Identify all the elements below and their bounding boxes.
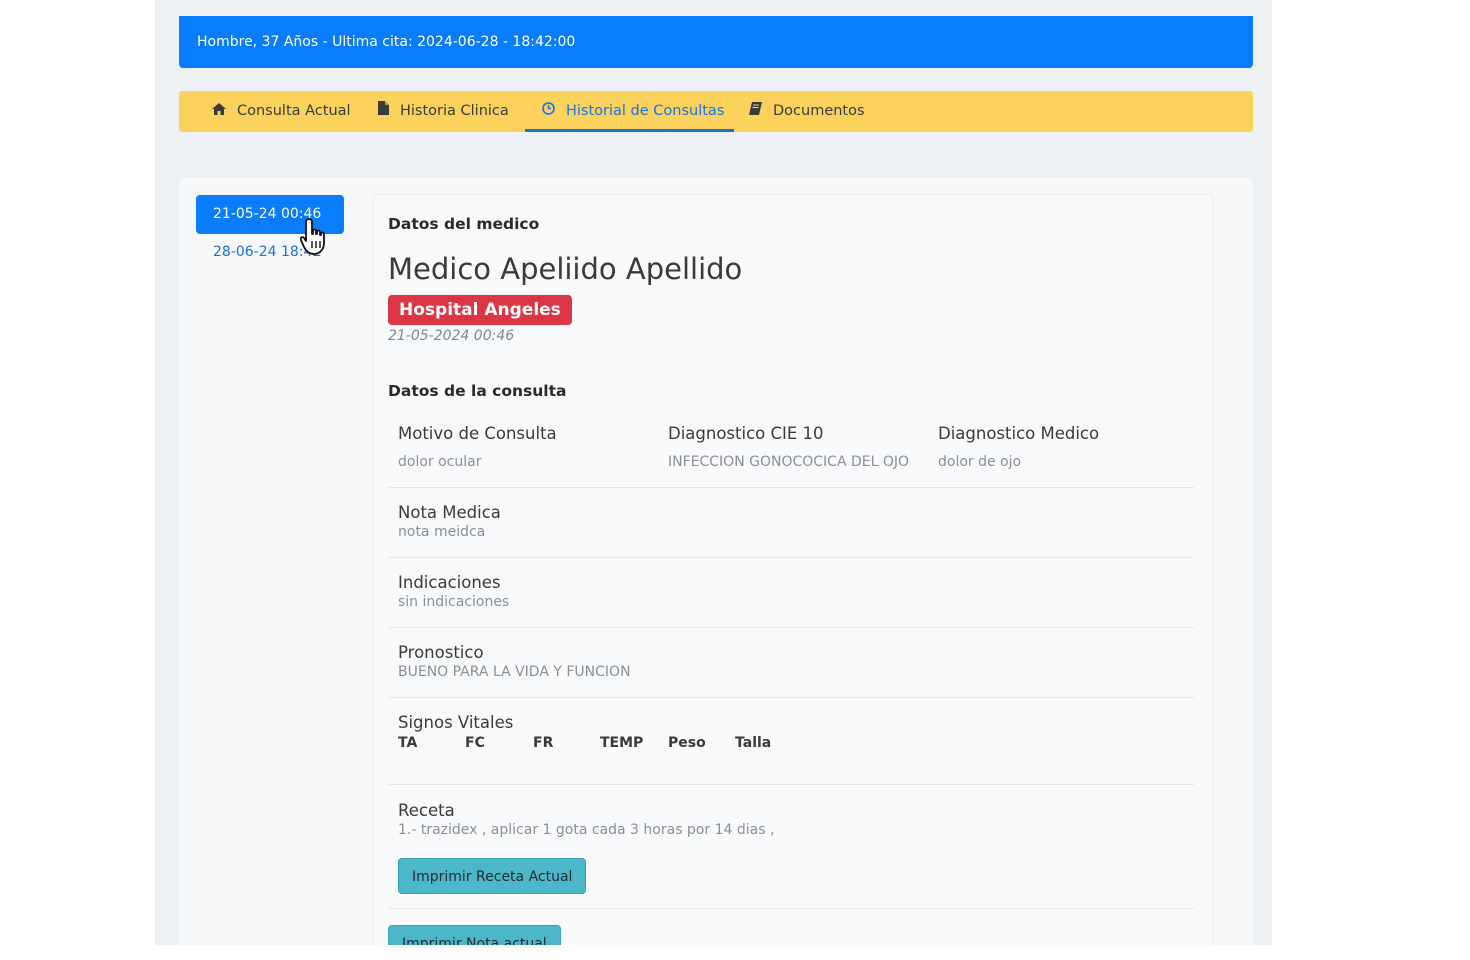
consultation-section-title: Datos de la consulta [388,382,567,400]
tab-label: Historial de Consultas [566,103,725,119]
motivo-value: dolor ocular [398,454,482,470]
consult-history-card: 21-05-24 00:46 28-06-24 18:42 Datos del … [179,178,1253,945]
app-frame: Hombre, 37 Años - Ultima cita: 2024-06-2… [155,0,1272,945]
print-recipe-button[interactable]: Imprimir Receta Actual [398,858,587,894]
vital-peso-header: Peso [668,735,706,751]
cie-label: Diagnostico CIE 10 [668,424,824,443]
hand-cursor-icon [300,218,325,255]
consultation-detail-panel: Datos del medico Medico Apeliido Apellid… [373,194,1213,945]
nota-medica-label: Nota Medica [398,503,501,522]
vital-talla-header: Talla [735,735,772,751]
tabs-bar: Consulta Actual Historia Clinica Histori… [179,91,1253,132]
tab-documentos[interactable]: Documentos [732,91,882,132]
tab-historia-clinica[interactable]: Historia Clinica [361,91,526,132]
divider [388,908,1194,909]
doctor-name: Medico Apeliido Apellido [388,252,743,286]
cie-value: INFECCION GONOCOCICA DEL OJO [668,454,910,470]
receta-label: Receta [398,801,455,820]
hospital-badge: Hospital Angeles [388,295,572,325]
print-note-button[interactable]: Imprimir Nota actual [388,925,561,945]
divider [388,697,1194,698]
pronostico-value: BUENO PARA LA VIDA Y FUNCION [398,664,631,680]
doctor-section-title: Datos del medico [388,215,540,233]
vital-fr-header: FR [533,735,554,751]
tab-label: Historia Clinica [400,103,509,119]
vital-fc-header: FC [465,735,485,751]
divider [388,627,1194,628]
tab-historial-consultas[interactable]: Historial de Consultas [525,91,734,132]
nota-medica-value: nota meidca [398,524,486,540]
divider [388,557,1194,558]
vital-ta-header: TA [398,735,418,751]
consultation-date: 21-05-2024 00:46 [388,328,515,344]
indicaciones-value: sin indicaciones [398,594,510,610]
clock-icon [542,91,555,132]
motivo-label: Motivo de Consulta [398,424,557,443]
indicaciones-label: Indicaciones [398,573,501,592]
diagnostico-value: dolor de ojo [938,454,1022,470]
tab-label: Documentos [773,103,865,119]
tab-consulta-actual[interactable]: Consulta Actual [195,91,368,132]
divider [388,487,1194,488]
home-icon [212,91,226,132]
vital-temp-header: TEMP [600,735,644,751]
divider [388,784,1194,785]
signos-vitales-label: Signos Vitales [398,713,514,732]
patient-info-bar: Hombre, 37 Años - Ultima cita: 2024-06-2… [179,16,1253,68]
tab-label: Consulta Actual [237,103,351,119]
diagnostico-label: Diagnostico Medico [938,424,1100,443]
receta-value: 1.- trazidex , aplicar 1 gota cada 3 hor… [398,822,775,838]
file-icon [378,91,389,132]
pronostico-label: Pronostico [398,643,484,662]
book-icon [749,91,762,132]
